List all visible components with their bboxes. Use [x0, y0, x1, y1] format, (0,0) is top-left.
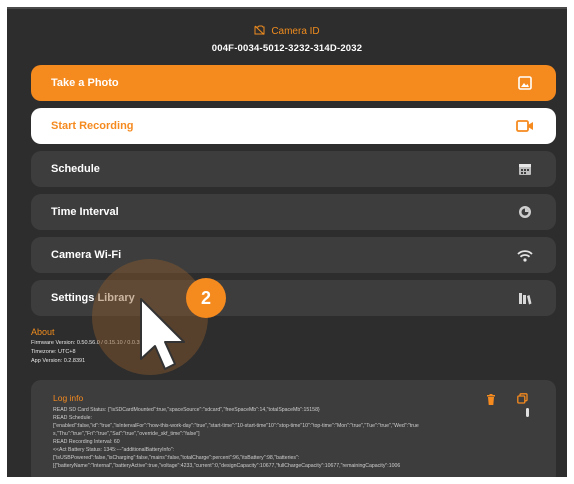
- camera-header: Camera ID 004F-0034-5012-3232-314D-2032: [7, 25, 567, 54]
- log-panel: Log info READ SD Card Status: {"isSDCard…: [31, 380, 556, 477]
- log-line: <<Act Battery Status: 1345:---"additiona…: [53, 447, 175, 453]
- photo-icon: [516, 74, 534, 92]
- calendar-icon: [516, 160, 534, 178]
- camera-wifi-button[interactable]: Camera Wi-Fi: [31, 237, 556, 273]
- camera-icon: [254, 25, 265, 38]
- time-interval-label: Time Interval: [51, 206, 119, 218]
- app-screen: Camera ID 004F-0034-5012-3232-314D-2032 …: [7, 7, 567, 477]
- log-line: ["enabled":false,"id":"true","isInterval…: [53, 423, 419, 429]
- log-line: ["isUSBPowered":false,"isCharging":false…: [53, 455, 300, 461]
- schedule-label: Schedule: [51, 163, 100, 175]
- header-title: Camera ID: [271, 26, 320, 37]
- timer-icon: [516, 203, 534, 221]
- take-photo-label: Take a Photo: [51, 77, 119, 89]
- log-line: s,"Thu":"true","Fri":"true","Sat":"true"…: [53, 431, 200, 437]
- top-divider: [7, 7, 567, 9]
- video-camera-icon: [516, 117, 534, 135]
- take-photo-button[interactable]: Take a Photo: [31, 65, 556, 101]
- start-recording-button[interactable]: Start Recording: [31, 108, 556, 144]
- start-recording-label: Start Recording: [51, 120, 134, 132]
- log-line: READ SD Card Status: {"isSDCardMounted":…: [53, 407, 320, 413]
- camera-wifi-label: Camera Wi-Fi: [51, 249, 122, 261]
- time-interval-button[interactable]: Time Interval: [31, 194, 556, 230]
- log-line: READ Recording Interval: 60: [53, 439, 120, 445]
- wifi-icon: [516, 246, 534, 264]
- log-title: Log info: [53, 393, 84, 403]
- camera-id-value: 004F-0034-5012-3232-314D-2032: [211, 43, 363, 54]
- pointer-cursor-icon: [138, 296, 200, 381]
- log-line: READ Schedule:: [53, 415, 92, 421]
- library-icon: [516, 289, 534, 307]
- log-line: [{"batteryName":"Internal","batteryActiv…: [53, 463, 401, 469]
- schedule-button[interactable]: Schedule: [31, 151, 556, 187]
- log-scrollbar[interactable]: [526, 408, 529, 417]
